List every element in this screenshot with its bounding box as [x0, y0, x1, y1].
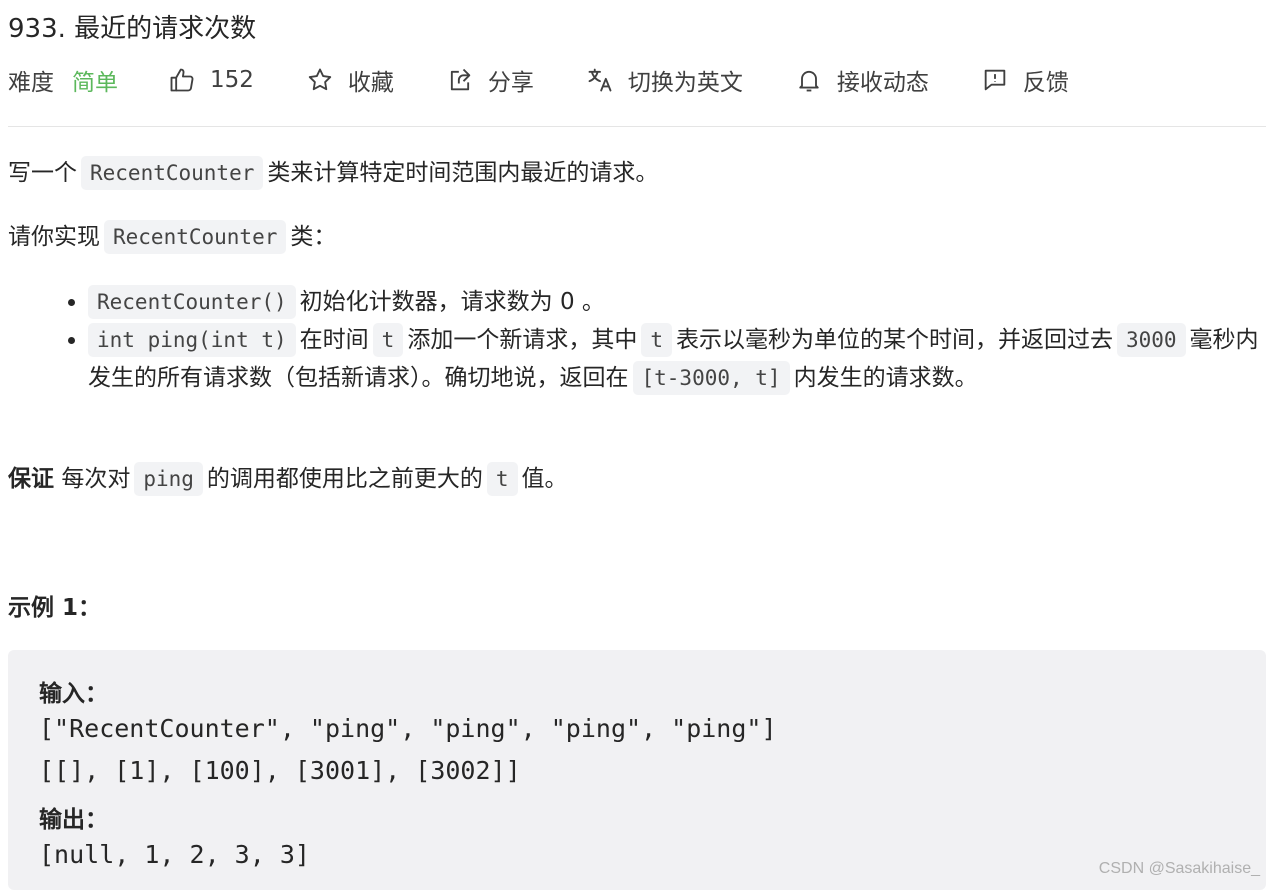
inline-code: 3000 [1116, 323, 1186, 357]
like-count: 152 [210, 67, 254, 93]
divider [8, 126, 1266, 127]
inline-code: RecentCounter [104, 220, 287, 254]
list-item: int ping(int t)在时间t添加一个新请求，其中t表示以毫秒为单位的某… [88, 321, 1276, 397]
example-code-block: 输入： ["RecentCounter", "ping", "ping", "p… [8, 650, 1266, 890]
feedback-label: 反馈 [1022, 70, 1069, 96]
translate-icon [588, 68, 612, 92]
inline-code: [t-3000, t] [632, 361, 790, 395]
switch-language-button[interactable]: 切换为英文 [586, 63, 743, 97]
inline-code: RecentCounter [81, 156, 264, 190]
description-paragraph-1: 写一个 RecentCounter 类来计算特定时间范围内最近的请求。 [8, 154, 658, 192]
inline-code: ping [134, 462, 203, 496]
problem-meta-bar: 难度 简单 152 收藏 分享 切换为英文 接收动态 反馈 [8, 60, 1121, 100]
inline-code: int ping(int t) [88, 323, 296, 357]
inline-code: t [486, 462, 518, 496]
example-title: 示例 1： [8, 595, 102, 621]
difficulty-label: 难度 [8, 70, 54, 96]
favorite-button[interactable]: 收藏 [306, 63, 394, 97]
output-line: [null, 1, 2, 3, 3] [39, 840, 310, 869]
watermark: CSDN @Sasakihaise_ [1098, 860, 1260, 877]
share-button[interactable]: 分享 [446, 63, 534, 97]
guarantee-label: 保证 [8, 466, 54, 492]
thumbs-up-icon [170, 68, 194, 92]
subscribe-label: 接收动态 [836, 70, 929, 96]
input-line-1: ["RecentCounter", "ping", "ping", "ping"… [39, 714, 777, 743]
inline-code: t [372, 323, 404, 357]
feedback-button[interactable]: 反馈 [981, 63, 1069, 97]
problem-title: 933. 最近的请求次数 [8, 14, 257, 44]
bell-icon [799, 70, 819, 92]
share-label: 分享 [487, 70, 534, 96]
guarantee-paragraph: 保证 每次对 ping 的调用都使用比之前更大的 t 值。 [8, 460, 568, 498]
inline-code: t [641, 323, 672, 357]
favorite-label: 收藏 [347, 70, 394, 96]
input-line-2: [[], [1], [100], [3001], [3002]] [39, 756, 521, 785]
inline-code: RecentCounter() [88, 285, 296, 319]
subscribe-button[interactable]: 接收动态 [795, 63, 929, 97]
description-paragraph-2: 请你实现 RecentCounter 类： [8, 218, 336, 256]
feedback-icon [984, 69, 1006, 91]
list-item: RecentCounter()初始化计数器，请求数为 0 。 [88, 283, 1276, 321]
method-list: RecentCounter()初始化计数器，请求数为 0 。 int ping(… [58, 283, 1276, 397]
switch-language-label: 切换为英文 [627, 70, 743, 96]
difficulty-badge: 简单 [72, 70, 118, 96]
share-icon [450, 68, 471, 91]
like-button[interactable]: 152 [168, 66, 254, 94]
input-label: 输入： [39, 681, 108, 707]
star-icon [308, 68, 332, 91]
output-label: 输出： [39, 807, 108, 833]
